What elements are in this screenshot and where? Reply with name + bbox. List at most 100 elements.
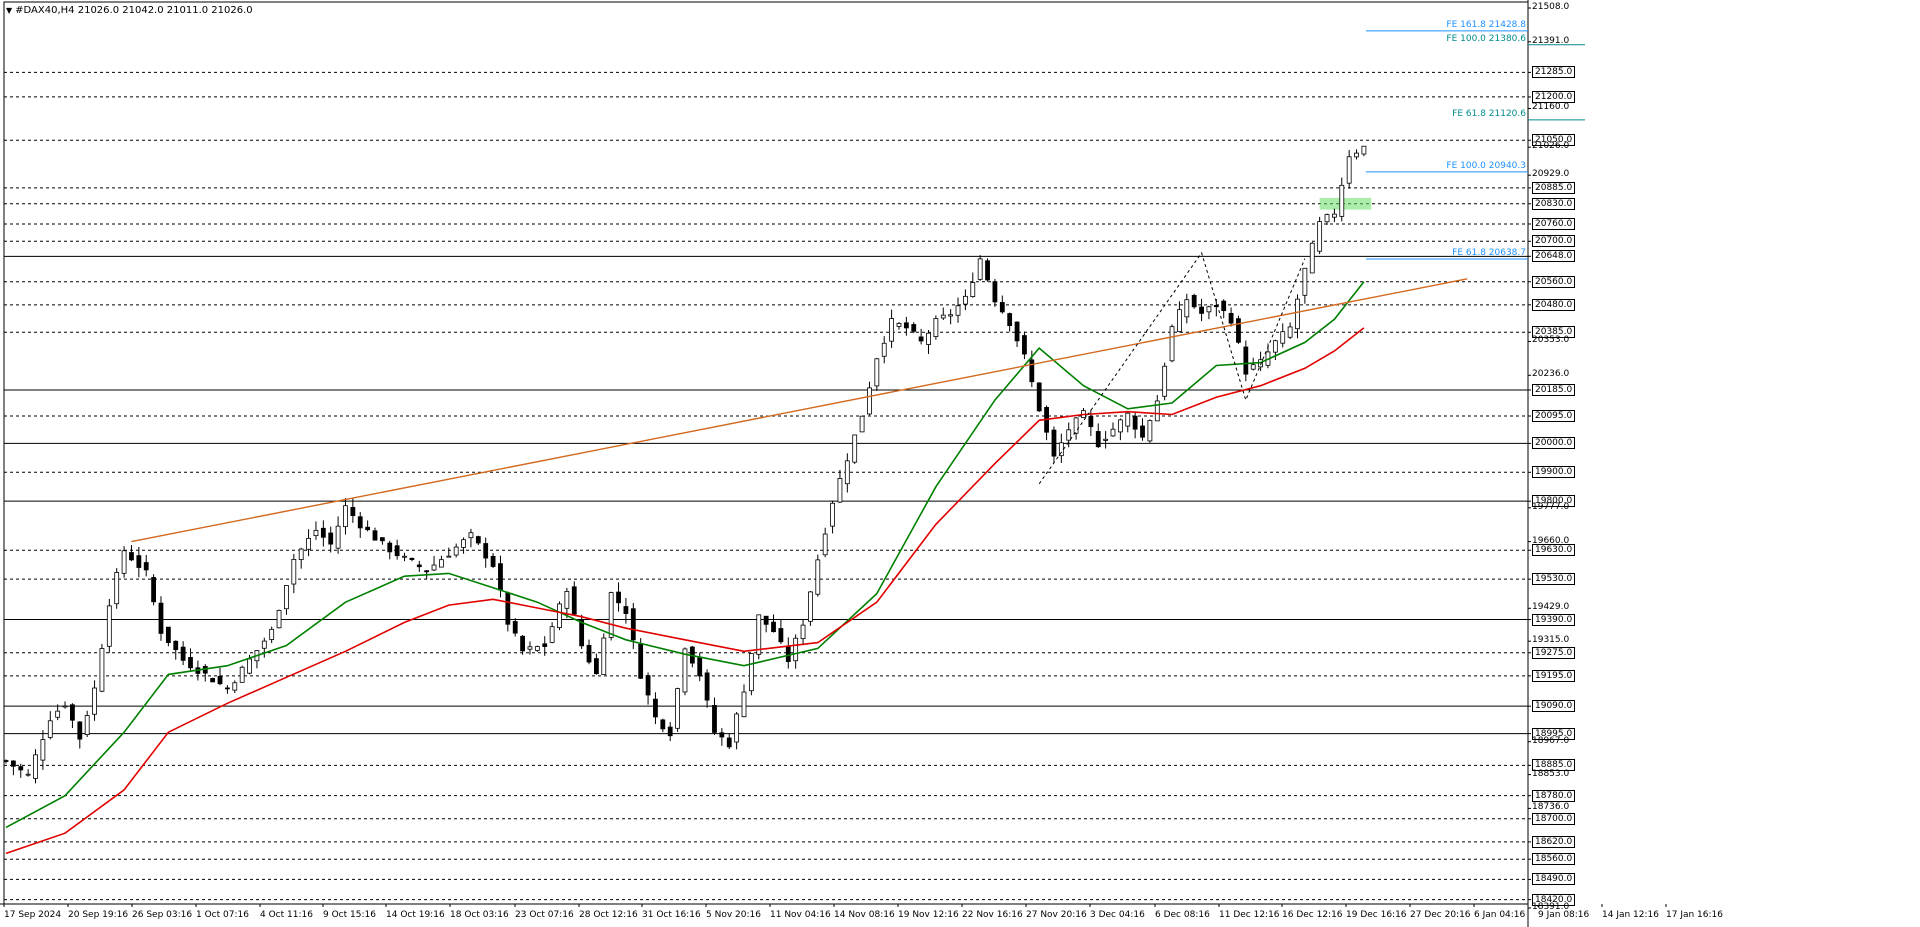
candle-bear	[903, 322, 909, 329]
candle-bull	[874, 358, 880, 387]
candle-bear	[1051, 429, 1057, 457]
chart-canvas[interactable]	[0, 0, 1920, 927]
moving-average-red[interactable]	[5, 327, 1365, 855]
candle-bull	[793, 637, 799, 662]
candle-bear	[3, 760, 9, 762]
price-axis-label: 20000.0	[1532, 437, 1576, 450]
price-zone-rectangle[interactable]	[1319, 197, 1372, 210]
candle-bull	[121, 550, 127, 574]
time-axis-label: 11 Nov 04:16	[770, 910, 831, 920]
candle-bull	[1354, 152, 1359, 158]
time-axis-label: 20 Sep 19:16	[68, 910, 129, 920]
candle-bull	[247, 658, 252, 674]
candle-bull	[40, 739, 46, 761]
candle-bull	[955, 305, 961, 316]
candle-bear	[394, 545, 400, 557]
price-axis-label: 21391.0	[1532, 35, 1570, 46]
candle-bull	[84, 715, 90, 736]
candle-bull	[261, 640, 267, 649]
symbol-ohlc-text: #DAX40,H4 21026.0 21042.0 21011.0 21026.…	[15, 5, 253, 16]
candle-bull	[1103, 438, 1109, 441]
candle-bear	[778, 628, 784, 643]
candle-bear	[70, 704, 75, 721]
symbol-header: ▼ #DAX40,H4 21026.0 21042.0 21011.0 21026…	[6, 5, 253, 16]
trendline[interactable]	[131, 278, 1468, 543]
candle-bull	[933, 318, 939, 337]
plot-frame	[3, 1, 1529, 905]
candle-bear	[1221, 300, 1227, 312]
candle-bull	[1361, 145, 1367, 155]
candle-bear	[158, 602, 164, 634]
candle-bull	[1125, 412, 1131, 427]
candle-bear	[136, 555, 142, 568]
price-axis-label: 19195.0	[1532, 669, 1576, 682]
candle-bear	[594, 658, 599, 675]
time-axis-label: 28 Oct 12:16	[579, 910, 638, 920]
candle-bear	[712, 705, 717, 733]
candle-bear	[1088, 416, 1094, 428]
price-axis-label: 18780.0	[1532, 789, 1576, 802]
candle-bear	[143, 562, 149, 571]
candle-bull	[439, 559, 444, 568]
fibonacci-label: FE 100.0 20940.3	[1446, 160, 1526, 171]
time-axis-label: 22 Nov 16:16	[962, 910, 1023, 920]
candle-bear	[660, 719, 666, 730]
time-axis-label: 3 Dec 04:16	[1090, 910, 1145, 920]
candle-bull	[1117, 419, 1123, 433]
candle-bear	[697, 656, 703, 677]
candle-bear	[630, 608, 636, 641]
candle-bear	[350, 507, 356, 516]
candle-bull	[1206, 306, 1212, 313]
candle-bear	[542, 643, 548, 647]
candle-bear	[616, 591, 621, 604]
candle-bull	[896, 322, 902, 327]
price-axis-label: 18736.0	[1532, 802, 1570, 813]
candle-bull	[1346, 156, 1352, 184]
candle-bear	[129, 552, 134, 561]
candle-bull	[844, 460, 850, 485]
candle-bear	[416, 564, 422, 568]
candle-bear	[586, 644, 592, 663]
zigzag-pattern[interactable]	[1038, 251, 1306, 485]
candle-bull	[1272, 340, 1278, 353]
candle-bull	[926, 332, 931, 345]
time-axis-label: 6 Jan 04:16	[1474, 910, 1526, 920]
candle-bull	[284, 585, 289, 610]
candle-bear	[180, 646, 186, 661]
candle-bear	[379, 537, 385, 542]
candle-bear	[188, 657, 193, 669]
time-axis-label: 9 Jan 08:16	[1538, 910, 1590, 920]
candle-bear	[409, 557, 415, 560]
candle-bear	[1132, 415, 1138, 430]
candle-bull	[808, 591, 813, 622]
candle-bear	[490, 555, 496, 567]
candle-bear	[475, 536, 481, 544]
candle-bear	[372, 530, 378, 541]
candle-bull	[549, 626, 555, 643]
candle-bull	[564, 591, 570, 609]
candle-bull	[601, 637, 607, 675]
price-axis-label: 20095.0	[1532, 409, 1576, 422]
candle-bear	[328, 532, 334, 545]
candle-bull	[1169, 326, 1175, 362]
candle-bear	[999, 302, 1005, 313]
chart-menu-triangle-icon[interactable]: ▼	[6, 6, 12, 15]
candle-bear	[1236, 318, 1241, 343]
candle-bull	[1287, 326, 1293, 338]
price-axis-label: 21026.0	[1532, 141, 1570, 152]
candle-bear	[638, 643, 644, 679]
candle-bear	[210, 678, 216, 683]
candle-bear	[726, 737, 732, 748]
chart-window[interactable]: ▼ #DAX40,H4 21026.0 21042.0 21011.0 21026…	[0, 0, 1920, 927]
fibonacci-label: FE 61.8 20638.7	[1452, 248, 1526, 258]
candle-bear	[1036, 382, 1042, 412]
price-axis-label: 20353.0	[1532, 335, 1570, 346]
candle-bear	[719, 732, 725, 738]
price-axis-label: 20700.0	[1532, 235, 1576, 248]
candle-bull	[1154, 400, 1160, 422]
moving-average-green[interactable]	[5, 281, 1365, 829]
candle-bull	[1309, 242, 1315, 274]
candle-bear	[918, 336, 924, 342]
candle-bull	[114, 572, 120, 605]
candle-bear	[424, 570, 430, 573]
